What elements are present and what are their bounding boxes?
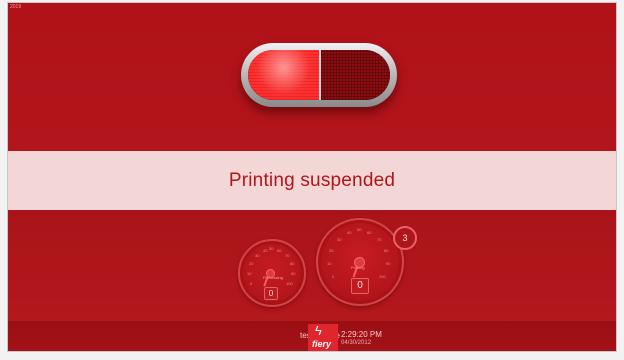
gauge-tick: 100	[379, 274, 386, 279]
status-message: Printing suspended	[228, 169, 396, 191]
gauge-tick: 60	[277, 248, 282, 253]
fiery-bolt-icon: ϟ	[315, 323, 322, 338]
gauge-tick: 80	[384, 248, 389, 253]
printing-count: 0	[351, 278, 369, 294]
gauge-tick: 50	[269, 246, 274, 251]
gauge-tick: 20	[329, 248, 334, 253]
gauge-tick: 40	[347, 230, 352, 235]
gauge-tick: 0	[332, 274, 335, 279]
gauge-tick: 0	[250, 281, 253, 286]
gauge-tick: 90	[291, 271, 296, 276]
window-frame: 2019 Printing suspended 0 10 20 30 40 50…	[0, 0, 624, 360]
gauge-tick: 100	[286, 281, 293, 286]
gauge-tick: 70	[285, 253, 290, 258]
queued-jobs-badge[interactable]: 3	[393, 226, 417, 250]
clock-time: 2:29:20 PM	[341, 330, 382, 339]
fiery-logo: ϟ fiery	[308, 324, 338, 351]
gauge-tick: 90	[386, 261, 391, 266]
status-band: Printing suspended	[8, 151, 616, 210]
clock-date: 04/30/2012	[341, 340, 372, 346]
footer-bar: test-freddie ϟ fiery 2:29:20 PM 04/30/20…	[8, 321, 616, 351]
gauge-tick: 10	[247, 271, 252, 276]
gauge-tick: 10	[327, 261, 332, 266]
status-lamp-inactive	[318, 50, 390, 100]
processing-count: 0	[264, 287, 278, 300]
processing-gauge-hub	[266, 269, 275, 278]
gauge-tick: 30	[255, 253, 260, 258]
gauge-tick: 70	[377, 237, 382, 242]
gauge-tick: 40	[263, 248, 268, 253]
status-lamp-active	[248, 50, 319, 100]
corner-label: 2019	[10, 4, 22, 10]
gauge-area	[8, 210, 616, 330]
printing-gauge[interactable]: 0 10 20 30 40 50 60 70 80 90 100 Printin…	[316, 218, 404, 306]
printing-gauge-hub	[354, 257, 365, 268]
gauge-tick: 60	[367, 230, 372, 235]
fiery-status-screen: 2019 Printing suspended 0 10 20 30 40 50…	[8, 3, 616, 351]
processing-gauge[interactable]: 0 10 20 30 40 50 60 70 80 90 100 Process…	[238, 239, 306, 307]
status-indicator-lamps	[248, 50, 390, 100]
gauge-tick: 50	[357, 227, 362, 232]
gauge-tick: 20	[249, 261, 254, 266]
gauge-tick: 80	[290, 261, 295, 266]
status-indicator-pill	[241, 43, 397, 107]
fiery-logo-text: fiery	[312, 339, 332, 349]
gauge-tick: 30	[337, 237, 342, 242]
